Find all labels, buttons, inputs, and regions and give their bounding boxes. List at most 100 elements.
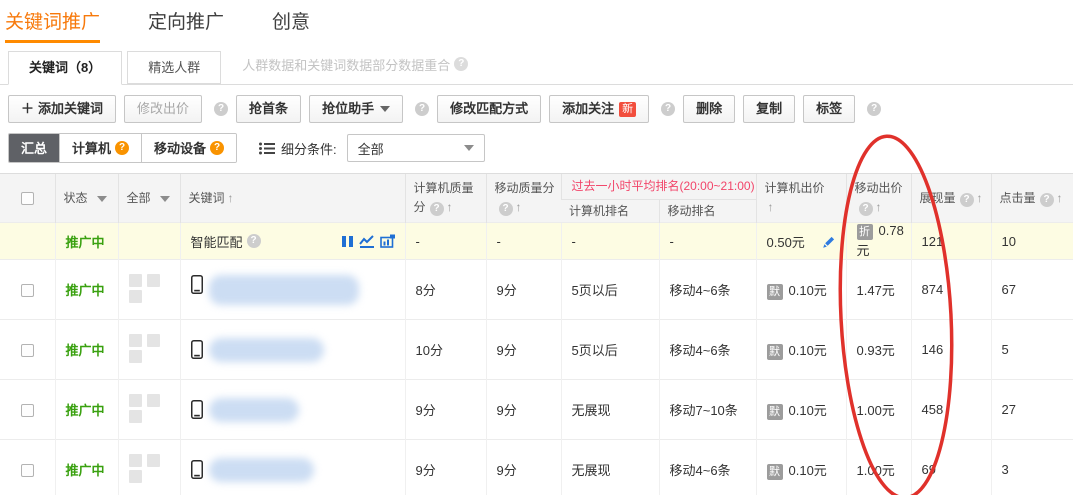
sort-up-icon[interactable]: ↑ bbox=[447, 200, 453, 214]
summary-select-cell bbox=[0, 223, 55, 260]
sort-up-icon[interactable]: ↑ bbox=[977, 191, 983, 205]
summary-all-cell bbox=[118, 223, 180, 260]
modify-bid-button[interactable]: 修改出价 bbox=[124, 95, 202, 123]
computer-bid-cell: 0.10元 bbox=[789, 403, 827, 418]
select-all-checkbox[interactable] bbox=[21, 192, 34, 205]
status-badge: 推广中 bbox=[66, 403, 105, 418]
default-bid-badge: 默 bbox=[767, 404, 783, 420]
computer-rank-cell: 5页以后 bbox=[561, 260, 659, 320]
tab-targeted-promotion[interactable]: 定向推广 bbox=[148, 7, 224, 40]
computer-rank-cell: 5页以后 bbox=[561, 320, 659, 380]
chevron-down-icon[interactable] bbox=[97, 196, 107, 202]
header-computer-rank: 计算机排名 bbox=[561, 200, 659, 223]
rank-assistant-label: 抢位助手 bbox=[322, 96, 374, 122]
impressions-cell: 458 bbox=[911, 380, 991, 440]
header-computer-bid: 计算机出价 ↑ bbox=[756, 174, 846, 223]
chevron-down-icon[interactable] bbox=[160, 196, 170, 202]
mobile-rank-cell: 移动7~10条 bbox=[659, 380, 756, 440]
add-watch-button[interactable]: 添加关注 新 bbox=[549, 95, 649, 123]
summary-computer-quality: - bbox=[405, 223, 486, 260]
sort-up-icon[interactable]: ↑ bbox=[516, 200, 522, 214]
redacted-keyword bbox=[209, 275, 359, 305]
tab-keyword-promotion[interactable]: 关键词推广 bbox=[5, 7, 100, 43]
pause-icon[interactable] bbox=[341, 235, 354, 248]
tag-button[interactable]: 标签 bbox=[803, 95, 855, 123]
device-square bbox=[147, 394, 160, 407]
help-icon[interactable]: ? bbox=[960, 193, 974, 207]
default-bid-badge: 默 bbox=[767, 344, 783, 360]
copy-button[interactable]: 复制 bbox=[743, 95, 795, 123]
impressions-cell: 69 bbox=[911, 440, 991, 495]
row-checkbox[interactable] bbox=[21, 284, 34, 297]
mobile-rank-cell: 移动4~6条 bbox=[659, 260, 756, 320]
computer-bid-cell: 0.10元 bbox=[789, 283, 827, 298]
mobile-rank-cell: 移动4~6条 bbox=[659, 440, 756, 495]
help-icon[interactable]: ? bbox=[115, 141, 129, 155]
status-badge: 推广中 bbox=[66, 343, 105, 358]
mobile-bid-cell: 1.47元 bbox=[846, 260, 911, 320]
new-badge: 新 bbox=[619, 102, 636, 117]
help-icon[interactable]: ? bbox=[214, 102, 228, 116]
help-icon[interactable]: ? bbox=[430, 202, 444, 216]
help-icon[interactable]: ? bbox=[859, 202, 873, 216]
table-row: 推广中 9分 9分 无展现 移动7~10条 默0.10元 1.00元 458 2… bbox=[0, 380, 1073, 440]
help-icon[interactable]: ? bbox=[210, 141, 224, 155]
mobile-quality-cell: 9分 bbox=[486, 440, 561, 495]
clicks-cell: 5 bbox=[991, 320, 1073, 380]
device-square bbox=[147, 334, 160, 347]
add-keyword-button[interactable]: ＋ 添加关键词 bbox=[8, 95, 116, 123]
subtab-audience[interactable]: 精选人群 bbox=[127, 51, 221, 84]
segment-computer[interactable]: 计算机 ? bbox=[59, 134, 141, 162]
redacted-keyword bbox=[209, 338, 324, 362]
smart-match-label: 智能匹配 bbox=[191, 232, 243, 251]
row-checkbox[interactable] bbox=[21, 464, 34, 477]
header-impressions: 展现量?↑ bbox=[911, 174, 991, 223]
clicks-cell: 3 bbox=[991, 440, 1073, 495]
table-row: 推广中 8分 9分 5页以后 移动4~6条 默0.10元 1.47元 874 6… bbox=[0, 260, 1073, 320]
subtab-note-text: 人群数据和关键词数据部分数据重合 bbox=[242, 55, 450, 74]
default-bid-badge: 默 bbox=[767, 284, 783, 300]
add-keyword-label: 添加关键词 bbox=[38, 96, 103, 122]
sort-up-icon[interactable]: ↑ bbox=[228, 191, 234, 205]
tab-creative[interactable]: 创意 bbox=[272, 7, 310, 40]
sort-up-icon[interactable]: ↑ bbox=[876, 200, 882, 214]
mobile-bid-cell: 1.00元 bbox=[846, 380, 911, 440]
header-computer-bid-label: 计算机出价 bbox=[765, 181, 825, 195]
edit-pencil-icon[interactable] bbox=[821, 234, 836, 249]
help-icon[interactable]: ? bbox=[1040, 193, 1054, 207]
help-icon[interactable]: ? bbox=[499, 202, 513, 216]
grab-first-button[interactable]: 抢首条 bbox=[236, 95, 301, 123]
impressions-cell: 874 bbox=[911, 260, 991, 320]
subtab-keywords[interactable]: 关键词（8） bbox=[8, 51, 122, 85]
help-icon[interactable]: ? bbox=[867, 102, 881, 116]
redacted-keyword bbox=[209, 398, 299, 422]
device-segment-group: 汇总 计算机 ? 移动设备 ? bbox=[8, 133, 237, 163]
status-badge: 推广中 bbox=[66, 463, 105, 478]
header-keyword-label: 关键词 bbox=[189, 191, 225, 205]
summary-mobile-quality: - bbox=[486, 223, 561, 260]
rank-assistant-button[interactable]: 抢位助手 bbox=[309, 95, 403, 123]
header-status-label: 状态 bbox=[64, 191, 88, 205]
help-icon[interactable]: ? bbox=[415, 102, 429, 116]
help-icon[interactable]: ? bbox=[247, 234, 261, 248]
segment-summary[interactable]: 汇总 bbox=[9, 134, 59, 162]
delete-button[interactable]: 删除 bbox=[683, 95, 735, 123]
filter-bar: 汇总 计算机 ? 移动设备 ? 细分条件: 全部 bbox=[0, 131, 1073, 173]
segment-mobile[interactable]: 移动设备 ? bbox=[141, 134, 236, 162]
segment-condition-label: 细分条件: bbox=[281, 139, 337, 158]
sub-tabs: 关键词（8） 精选人群 人群数据和关键词数据部分数据重合 ? bbox=[0, 50, 1073, 85]
status-badge: 推广中 bbox=[66, 283, 105, 298]
header-mobile-rank: 移动排名 bbox=[659, 200, 756, 223]
help-icon[interactable]: ? bbox=[454, 57, 468, 71]
trend-chart-icon[interactable] bbox=[359, 235, 375, 248]
modify-match-button[interactable]: 修改匹配方式 bbox=[437, 95, 541, 123]
header-mobile-quality-label: 移动质量分 bbox=[495, 181, 555, 195]
row-checkbox[interactable] bbox=[21, 404, 34, 417]
sort-up-icon[interactable]: ↑ bbox=[768, 200, 774, 214]
row-checkbox[interactable] bbox=[21, 344, 34, 357]
header-mobile-quality: 移动质量分?↑ bbox=[486, 174, 561, 223]
sort-up-icon[interactable]: ↑ bbox=[1057, 191, 1063, 205]
segment-condition-dropdown[interactable]: 全部 bbox=[347, 134, 485, 162]
bar-chart-icon[interactable] bbox=[380, 234, 395, 248]
help-icon[interactable]: ? bbox=[661, 102, 675, 116]
